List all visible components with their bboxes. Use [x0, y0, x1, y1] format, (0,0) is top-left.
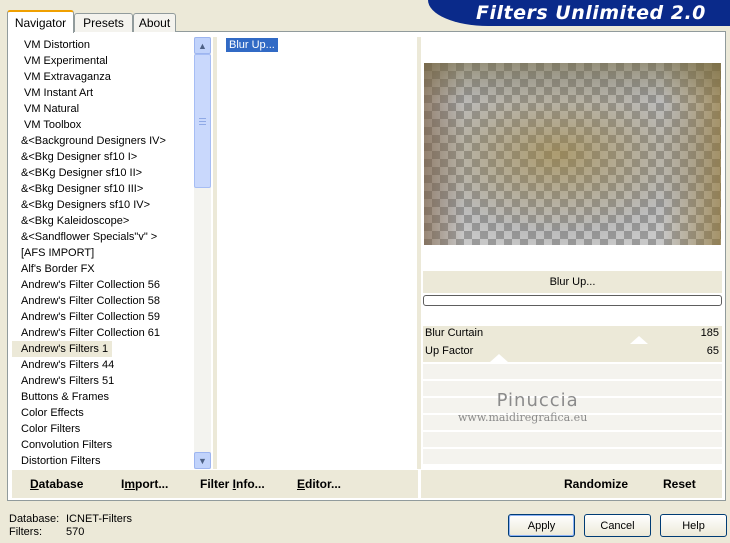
category-item[interactable]: &<BKg Designer sf10 II> [12, 165, 195, 181]
category-item[interactable]: &<Background Designers IV> [12, 133, 195, 149]
tab-about[interactable]: About [133, 13, 176, 32]
scroll-up-button[interactable]: ▲ [194, 37, 211, 54]
apply-button[interactable]: Apply [508, 514, 575, 537]
category-item[interactable]: [AFS IMPORT] [12, 245, 195, 261]
tab-navigator[interactable]: Navigator [7, 10, 74, 33]
label: atabase [38, 477, 84, 491]
param-label: Blur Curtain [425, 327, 484, 339]
category-item[interactable]: VM Instant Art [12, 85, 195, 101]
category-list[interactable]: VM Distortion VM Experimental VM Extravaga… [12, 37, 195, 469]
filter-list[interactable]: Blur Up... [218, 37, 416, 469]
category-item[interactable]: &<Sandflower Specials"v" > [12, 229, 195, 245]
param-slider-up-factor[interactable]: Up Factor 65 [423, 344, 722, 362]
bottom-toolbar-right: Randomize Reset [421, 470, 722, 498]
category-item[interactable]: &<Bkg Designer sf10 III> [12, 181, 195, 197]
category-item[interactable]: Andrew's Filter Collection 61 [12, 325, 195, 341]
watermark-name: Pinuccia [496, 390, 579, 411]
category-item[interactable]: Andrew's Filter Collection 58 [12, 293, 195, 309]
category-item[interactable]: Andrew's Filter Collection 56 [12, 277, 195, 293]
help-button[interactable]: Help [660, 514, 727, 537]
label: port... [135, 477, 169, 491]
column-divider [213, 37, 217, 469]
param-row-empty [423, 432, 722, 448]
preview-image[interactable] [424, 63, 721, 245]
slider-thumb[interactable] [490, 354, 508, 362]
param-value: 65 [706, 345, 719, 357]
category-item[interactable]: VM Toolbox [12, 117, 195, 133]
category-item[interactable]: Color Effects [12, 405, 195, 421]
param-row-empty [423, 364, 722, 380]
filters-label: Filters: [9, 526, 42, 538]
category-item[interactable]: &<Bkg Kaleidoscope> [12, 213, 195, 229]
category-item[interactable]: Convolution Filters [12, 437, 195, 453]
category-item[interactable]: VM Natural [12, 101, 195, 117]
scroll-down-button[interactable]: ▼ [194, 452, 211, 469]
param-label: Up Factor [425, 345, 474, 357]
category-scrollbar[interactable]: ▲ ▼ [194, 37, 211, 469]
category-item[interactable]: VM Distortion [12, 37, 195, 53]
slider-thumb[interactable] [630, 336, 648, 344]
editor-button[interactable]: Editor... [297, 477, 341, 491]
category-item[interactable]: Andrew's Filters 44 [12, 357, 195, 373]
title-banner: Filters Unlimited 2.0 [428, 0, 730, 26]
category-item[interactable]: Color Filters [12, 421, 195, 437]
category-item[interactable]: &<Bkg Designer sf10 I> [12, 149, 195, 165]
filter-item-selected[interactable]: Blur Up... [226, 38, 278, 52]
param-value: 185 [700, 327, 719, 339]
filter-info-button[interactable]: Filter Info... [200, 477, 265, 491]
status-info: Database: ICNET-Filters Filters: 570 [9, 513, 132, 539]
bottom-toolbar: Database Import... Filter Info... Editor… [12, 470, 418, 498]
import-button[interactable]: Import... [121, 477, 168, 491]
mnemonic: E [297, 477, 306, 491]
app-title: Filters Unlimited 2.0 [476, 2, 706, 24]
category-item[interactable]: &<Bkg Designers sf10 IV> [12, 197, 195, 213]
category-item[interactable]: VM Experimental [12, 53, 195, 69]
watermark-url: www.maidiregrafica.eu [458, 411, 588, 424]
category-item[interactable]: VM Extravaganza [12, 69, 195, 85]
cancel-button[interactable]: Cancel [584, 514, 651, 537]
category-item-selected[interactable]: Andrew's Filters 1 [12, 341, 113, 357]
category-item[interactable]: Alf's Border FX [12, 261, 195, 277]
category-item[interactable]: Andrew's Filters 51 [12, 373, 195, 389]
category-item[interactable]: Distortion Filters [12, 453, 195, 469]
label: Filter [200, 477, 233, 491]
param-slider-blur-curtain[interactable]: Blur Curtain 185 [423, 326, 722, 344]
filter-name-label: Blur Up... [423, 271, 722, 293]
label: ditor... [305, 477, 342, 491]
chevron-down-icon: ▼ [198, 455, 207, 466]
mnemonic: m [124, 477, 136, 491]
mnemonic: D [30, 477, 39, 491]
grip-icon [199, 117, 206, 125]
reset-button[interactable]: Reset [663, 477, 696, 491]
category-item[interactable]: Buttons & Frames [12, 389, 195, 405]
tab-presets[interactable]: Presets [74, 13, 133, 32]
progress-bar [423, 295, 722, 306]
param-row-empty [423, 449, 722, 465]
category-item[interactable]: Andrew's Filter Collection 59 [12, 309, 195, 325]
watermark: Pinuccia www.maidiregrafica.eu [458, 390, 587, 424]
database-value: ICNET-Filters [66, 513, 132, 525]
chevron-up-icon: ▲ [198, 40, 207, 51]
database-button[interactable]: Database [30, 477, 83, 491]
label: nfo... [236, 477, 265, 491]
filters-count: 570 [66, 526, 85, 538]
database-label: Database: [9, 513, 60, 525]
scroll-thumb[interactable] [194, 54, 211, 188]
randomize-button[interactable]: Randomize [564, 477, 628, 491]
